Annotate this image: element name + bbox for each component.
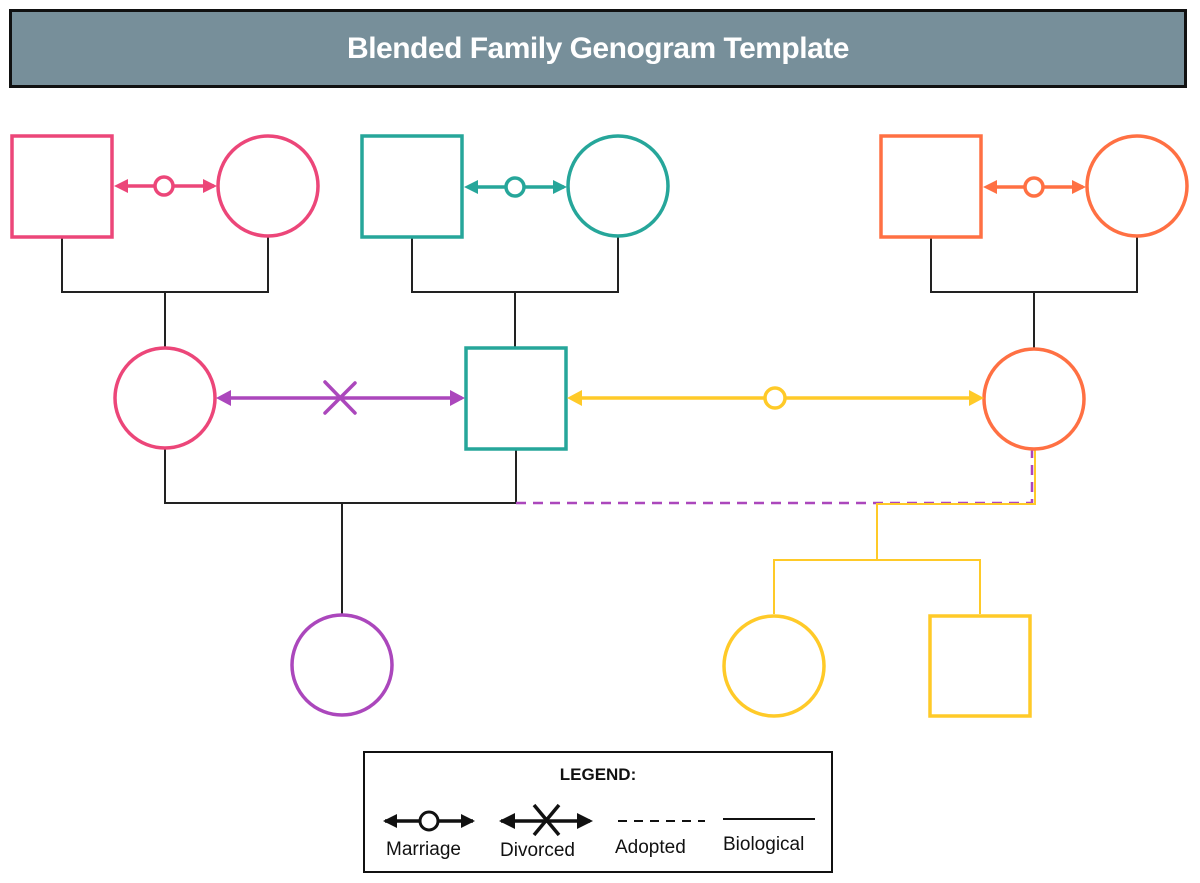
legend-label-adopted: Adopted — [615, 837, 686, 858]
parents-children-line — [164, 448, 517, 504]
gp2-marriage-line — [464, 176, 567, 198]
child-son-square[interactable] — [928, 614, 1032, 718]
legend-label-divorced: Divorced — [500, 840, 575, 861]
gp3-male-square[interactable] — [879, 134, 983, 239]
marriage-symbol-icon — [383, 810, 475, 832]
yellow-children-lines — [773, 450, 1036, 614]
child-daughter-1-circle[interactable] — [290, 613, 394, 717]
gp2-male-square[interactable] — [360, 134, 464, 239]
mother-2-children-drop — [876, 450, 1036, 560]
gp1-marriage-line — [114, 175, 217, 197]
gp2-children-line — [411, 237, 619, 293]
legend-label-marriage: Marriage — [386, 839, 461, 860]
mother-2-circle[interactable] — [982, 347, 1086, 451]
second-marriage-line — [567, 386, 984, 410]
gp2-female-circle[interactable] — [566, 134, 670, 238]
gp3-female-circle[interactable] — [1085, 134, 1189, 238]
legend-title: LEGEND: — [559, 765, 637, 784]
gp1-children-line — [61, 237, 269, 293]
biological-lines — [61, 237, 1138, 614]
divorced-symbol-icon — [499, 803, 593, 837]
gp1-female-circle[interactable] — [216, 134, 320, 238]
child-daughter-2-circle[interactable] — [722, 614, 826, 718]
adopted-line — [516, 450, 1034, 505]
divorce-line — [216, 380, 465, 415]
mother-1-circle[interactable] — [113, 346, 217, 450]
gp3-children-line — [930, 237, 1138, 293]
gp3-marriage-line — [983, 176, 1086, 198]
legend-box: LEGEND: Marriage Divorced Adopted Biolog… — [363, 751, 833, 873]
legend-label-biological: Biological — [723, 834, 805, 855]
gp1-male-square[interactable] — [10, 134, 114, 239]
yellow-siblings-line — [773, 559, 981, 614]
father-square[interactable] — [464, 346, 568, 451]
